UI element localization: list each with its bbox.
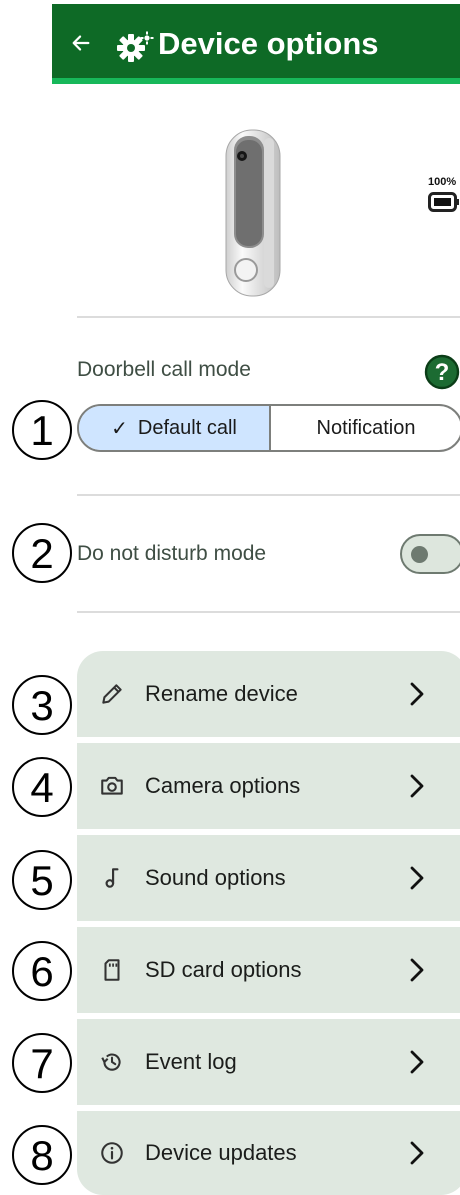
history-icon (101, 1053, 121, 1071)
gear-icon (117, 31, 154, 62)
music-note-icon (105, 868, 119, 888)
svg-text:8: 8 (30, 1132, 53, 1179)
rename-device-item[interactable]: Rename device (77, 651, 460, 737)
sd-card-options-label: SD card options (145, 957, 302, 982)
divider (77, 316, 460, 318)
dnd-title: Do not disturb mode (77, 542, 267, 565)
default-call-option[interactable]: ✓ Default call (79, 406, 271, 450)
callout-4: 4 (12, 757, 72, 817)
svg-text:5: 5 (30, 857, 53, 904)
chevron-right-icon (410, 958, 424, 982)
callout-2: 2 (12, 523, 72, 583)
toggle-knob (411, 546, 428, 563)
doorbell-image (225, 129, 281, 297)
call-mode-segmented-control: ✓ Default call Notification (77, 404, 460, 452)
battery-level: 100% (428, 176, 457, 188)
chevron-right-icon (410, 682, 424, 706)
svg-text:1: 1 (30, 407, 53, 454)
info-icon (101, 1142, 123, 1164)
svg-text:4: 4 (30, 764, 53, 811)
svg-text:6: 6 (30, 948, 53, 995)
callout-7: 7 (12, 1033, 72, 1093)
sd-card-options-item[interactable]: SD card options (77, 927, 460, 1013)
call-mode-title: Doorbell call mode (77, 358, 251, 381)
svg-text:2: 2 (30, 530, 53, 577)
callout-1: 1 (12, 400, 72, 460)
event-log-item[interactable]: Event log (77, 1019, 460, 1105)
camera-options-label: Camera options (145, 773, 301, 798)
chevron-right-icon (410, 1141, 424, 1165)
event-log-label: Event log (145, 1049, 237, 1074)
camera-icon (101, 776, 123, 795)
pencil-icon (102, 684, 122, 704)
back-arrow-icon[interactable] (70, 32, 92, 54)
device-updates-item[interactable]: Device updates (77, 1111, 460, 1195)
callout-3: 3 (12, 675, 72, 735)
dnd-toggle[interactable] (400, 534, 460, 574)
app-header: Device options (52, 4, 460, 84)
help-icon[interactable]: ? (424, 354, 460, 390)
chevron-right-icon (410, 774, 424, 798)
callout-6: 6 (12, 941, 72, 1001)
divider (77, 611, 460, 613)
battery-icon (428, 192, 459, 212)
page-title: Device options (158, 26, 379, 61)
callout-8: 8 (12, 1125, 72, 1185)
rename-device-label: Rename device (145, 681, 298, 706)
check-icon: ✓ (111, 417, 128, 440)
divider (77, 494, 460, 496)
notification-option[interactable]: Notification (271, 406, 460, 450)
svg-text:?: ? (435, 359, 450, 386)
sound-options-label: Sound options (145, 865, 286, 890)
battery-indicator: 100% (428, 176, 460, 216)
svg-text:7: 7 (30, 1040, 53, 1087)
default-call-label: Default call (137, 416, 237, 439)
camera-options-item[interactable]: Camera options (77, 743, 460, 829)
notification-label: Notification (316, 416, 416, 439)
svg-text:3: 3 (30, 682, 53, 729)
sound-options-item[interactable]: Sound options (77, 835, 460, 921)
chevron-right-icon (410, 1050, 424, 1074)
callout-5: 5 (12, 850, 72, 910)
sd-card-icon (104, 959, 120, 981)
chevron-right-icon (410, 866, 424, 890)
device-updates-label: Device updates (145, 1140, 297, 1165)
